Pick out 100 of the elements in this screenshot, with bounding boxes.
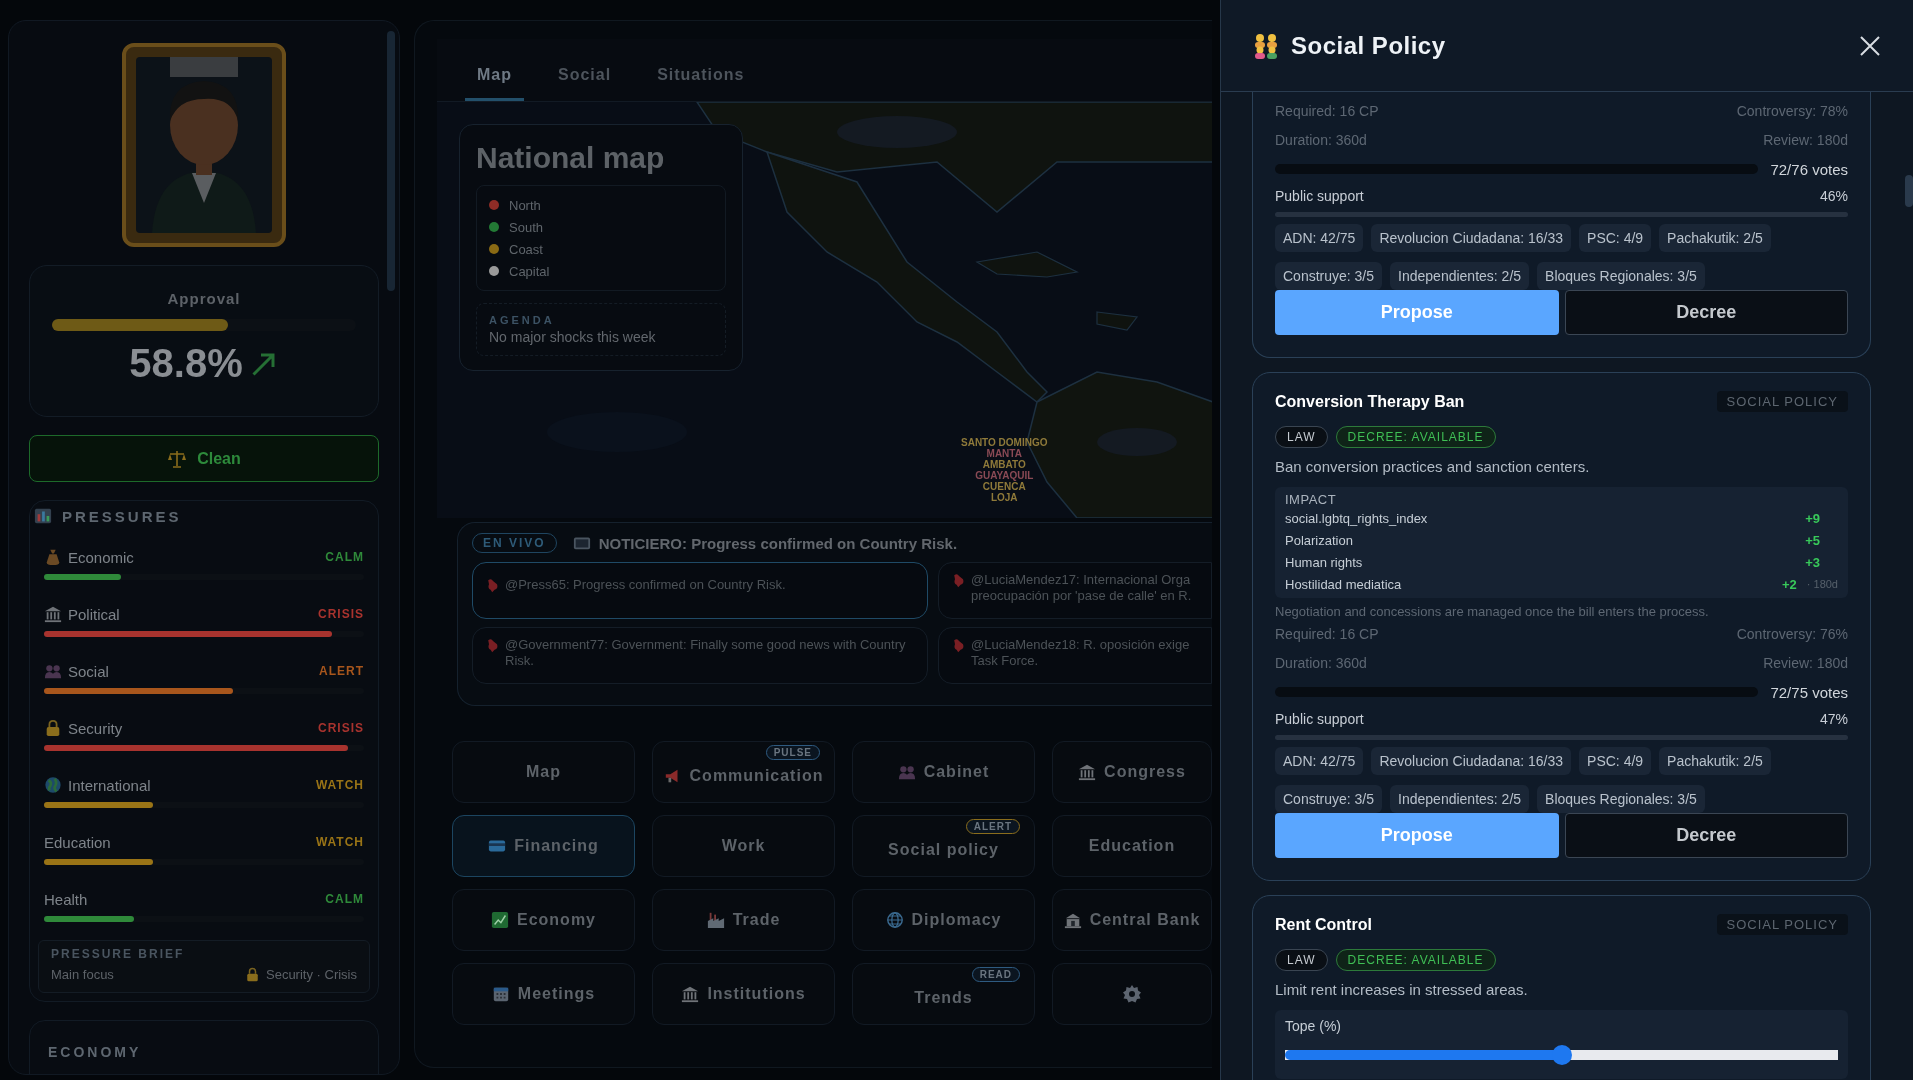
required-text: Required: 16 CP [1275,625,1379,642]
globe-icon [44,776,62,794]
impact-value: +2 [1781,576,1797,592]
people-icon [44,662,62,680]
policy-title: Rent Control [1275,915,1372,934]
bar-chart-icon [34,507,52,525]
party-chip: Independientes: 2/5 [1390,262,1530,290]
party-chip: ADN: 42/75 [1275,747,1364,775]
legend-label: North [509,197,541,213]
scales-icon [167,448,188,469]
party-chip: Pachakutik: 2/5 [1659,747,1771,775]
parameter-label: Tope (%) [1285,1018,1343,1034]
policy-description: Limit rent increases in stressed areas. [1275,981,1529,998]
news-post[interactable]: @Government77: Government: Finally some good news with Country Risk. [472,627,928,684]
post-text: @Press65: Progress confirmed on Country Risk. [505,577,786,593]
nav-button[interactable]: Economy [452,889,635,951]
nav-button[interactable]: Financing [452,815,635,877]
city-label: GUAYAQUIL [975,470,1034,481]
party-chip: Construye: 3/5 [1275,262,1383,290]
news-post[interactable]: @LuciaMendez17: Internacional Orga preocupación por 'pase de calle' en R. [938,562,1212,619]
tab[interactable]: Situations [645,39,757,101]
close-icon [1859,34,1881,57]
support-value: 47% [1819,711,1848,727]
party-chip: Bloques Regionales: 3/5 [1537,262,1705,290]
pressure-status: CRISIS [318,607,364,621]
pressure-status: WATCH [315,835,364,849]
nav-button[interactable]: Map [452,741,635,803]
impact-name: Hostilidad mediatica [1285,576,1403,592]
party-chip: Independientes: 2/5 [1390,785,1530,813]
party-chip: Revolucion Ciudadana: 16/33 [1371,224,1572,252]
support-label: Public support [1275,188,1364,204]
impact-name: Polarization [1285,532,1354,548]
nav-button[interactable]: Cabinet [852,741,1035,803]
controversy-text: Controversy: 76% [1736,625,1848,642]
button-badge: ALERT [965,819,1020,834]
category-tag: SOCIAL POLICY [1716,391,1848,412]
impact-value: +9 [1805,510,1820,526]
nav-button[interactable]: Central Bank [1052,889,1212,951]
duration-text: Duration: 360d [1275,131,1367,148]
globe-icon [885,911,904,929]
legend-label: Capital [509,263,550,279]
post-text: @LuciaMendez17: Internacional Orga preocupación por 'pase de calle' en R. [971,572,1192,604]
nav-button[interactable]: ALERT Social policy [852,815,1035,877]
pressure-status: CRISIS [318,721,364,735]
nav-button[interactable]: Congress [1052,741,1212,803]
nav-button[interactable]: Meetings [452,963,635,1025]
policy-description: Ban conversion practices and sanction centers. [1275,458,1591,475]
integrity-button[interactable]: Clean [29,435,379,482]
party-chip: PSC: 4/9 [1579,224,1652,252]
economy-title: ECONOMY [48,1044,142,1060]
nav-button[interactable]: Education [1052,815,1212,877]
nav-button[interactable]: Trade [652,889,835,951]
party-chip: Bloques Regionales: 3/5 [1537,785,1705,813]
party-chip: Construye: 3/5 [1275,785,1383,813]
category-tag: SOCIAL POLICY [1716,914,1848,935]
impact-value: +3 [1805,554,1820,570]
party-chip: Pachakutik: 2/5 [1659,224,1771,252]
pressure-status: WATCH [315,778,364,792]
pressure-name: Political [68,605,121,623]
building-icon [1078,763,1097,781]
people-icon [897,763,916,781]
policy-note: Negotiation and concessions are managed once the bill enters the process. [1275,604,1710,619]
slider-thumb[interactable] [1551,1045,1572,1065]
required-text: Required: 16 CP [1275,102,1379,119]
type-tag: LAW [1275,426,1328,448]
impact-title: IMPACT [1285,492,1338,507]
nav-button[interactable]: Diplomacy [852,889,1035,951]
decree-button[interactable]: Decree [1564,813,1848,858]
city-label: MANTA [986,448,1022,459]
status-tag: DECREE: AVAILABLE [1335,426,1496,448]
scrollbar[interactable] [1905,175,1913,207]
scrollbar[interactable] [387,31,395,291]
button-badge: PULSE [765,745,820,760]
duration-text: Duration: 360d [1275,654,1367,671]
panel-title: Social Policy [1291,31,1447,60]
news-post[interactable]: @Press65: Progress confirmed on Country Risk. [472,562,928,619]
controversy-text: Controversy: 78% [1736,102,1848,119]
approval-label: Approval [166,290,242,307]
tab[interactable]: Social [546,39,624,101]
status-tag: DECREE: AVAILABLE [1335,949,1496,971]
propose-button[interactable]: Propose [1275,290,1559,335]
policy-title: Conversion Therapy Ban [1275,392,1465,411]
pressures-title: PRESSURES [62,507,182,525]
review-text: Review: 180d [1763,131,1848,148]
nav-button[interactable]: PULSE Communication [652,741,835,803]
brief-value: Security · Crisis [266,967,357,982]
nav-button[interactable]: Work [652,815,835,877]
news-post[interactable]: @LuciaMendez18: R. oposición exige Task Force. [938,627,1212,684]
propose-button[interactable]: Propose [1275,813,1559,858]
news-headline: NOTICIERO: Progress confirmed on Country Risk. [598,534,958,552]
factory-icon [706,911,725,929]
legend-label: Coast [509,241,543,257]
support-label: Public support [1275,711,1364,727]
nav-button[interactable]: Institutions [652,963,835,1025]
brief-label: Main focus [51,967,114,982]
nav-button[interactable]: READ Trends [852,963,1035,1025]
decree-button[interactable]: Decree [1564,290,1848,335]
party-chip: Revolucion Ciudadana: 16/33 [1371,747,1572,775]
impact-value: +5 [1805,532,1820,548]
pressure-name: Education [44,833,112,851]
